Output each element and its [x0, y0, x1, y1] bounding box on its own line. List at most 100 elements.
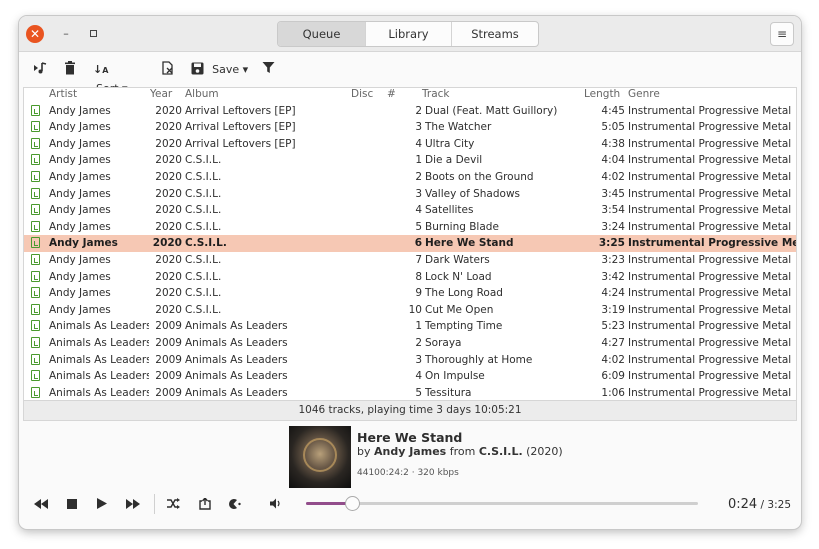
table-row[interactable]: Andy James 2020 C.S.I.L. 4 Satellites 3:54 Ins… [24, 202, 796, 219]
column-genre[interactable]: Genre [628, 88, 660, 100]
cell-track: The Watcher [425, 121, 492, 134]
cell-track: Satellites [425, 204, 474, 217]
add-to-queue-icon [34, 62, 47, 74]
clear-button[interactable] [161, 61, 175, 79]
next-button[interactable] [125, 498, 141, 512]
cell-album: C.S.I.L. [185, 170, 222, 183]
table-row[interactable]: Andy James 2020 C.S.I.L. 3 Valley of Shadows… [24, 186, 796, 203]
cell-year: 2020 [155, 187, 182, 200]
previous-icon [34, 499, 48, 509]
tab-library[interactable]: Library [366, 22, 452, 46]
cell-track: Tempting Time [425, 320, 503, 333]
repeat-button[interactable] [198, 496, 212, 512]
now-playing-format: 44100:24:2 · 320 kbps [357, 468, 459, 478]
audio-file-icon [31, 219, 41, 236]
cell-artist: Andy James [49, 253, 111, 266]
column-artist[interactable]: Artist [49, 88, 77, 100]
audio-file-icon [31, 152, 41, 169]
minimize-button[interactable]: – [57, 25, 75, 43]
view-switcher: Queue Library Streams [277, 21, 539, 47]
table-row[interactable]: Andy James 2020 Arrival Leftovers [EP] 2 Dua… [24, 103, 796, 120]
consume-button[interactable] [227, 498, 241, 512]
tab-queue[interactable]: Queue [278, 22, 366, 46]
seek-handle[interactable] [344, 496, 360, 511]
cell-length: 4:04 [601, 154, 625, 167]
seek-bar[interactable] [306, 496, 698, 511]
cell-track: Dark Waters [425, 253, 490, 266]
stop-button[interactable] [65, 498, 79, 512]
cell-artist: Animals As Leaders [49, 336, 149, 349]
audio-file-icon [31, 169, 41, 186]
now-playing-artist: Andy James [374, 445, 447, 458]
table-row[interactable]: Andy James 2020 C.S.I.L. 7 Dark Waters 3:23 In… [24, 252, 796, 269]
now-playing-title: Here We Stand [357, 430, 463, 445]
audio-file-icon [31, 385, 41, 400]
sort-icon: ↓A [93, 63, 109, 76]
total-time: 3:25 [767, 499, 792, 511]
save-button[interactable]: Save ▾ [191, 61, 248, 79]
audio-file-icon [31, 269, 41, 286]
volume-icon [270, 498, 280, 509]
cell-year: 2020 [155, 204, 182, 217]
table-row[interactable]: Andy James 2020 Arrival Leftovers [EP] 4 Ult… [24, 136, 796, 153]
cell-genre: Instrumental Progressive Metal [628, 220, 792, 233]
cell-genre: Instrumental Progressive Metal [628, 170, 792, 183]
filter-button[interactable] [262, 61, 275, 79]
table-row[interactable]: Andy James 2020 Arrival Leftovers [EP] 3 The… [24, 119, 796, 136]
table-row[interactable]: Andy James 2020 C.S.I.L. 1 Die a Devil 4:04 In… [24, 152, 796, 169]
cell-track-number: 3 [415, 121, 422, 134]
sort-button[interactable]: ↓A Sort ▾ [93, 61, 128, 95]
cell-track-number: 8 [415, 270, 422, 283]
cell-artist: Andy James [49, 270, 111, 283]
column-disc[interactable]: Disc [351, 88, 373, 100]
previous-button[interactable] [33, 498, 49, 512]
cell-album: C.S.I.L. [185, 187, 222, 200]
cell-genre: Instrumental Progressive Metal [628, 320, 792, 333]
table-row[interactable]: Andy James 2020 C.S.I.L. 2 Boots on the Grou… [24, 169, 796, 186]
close-button[interactable]: ✕ [26, 25, 44, 43]
table-row[interactable]: Animals As Leaders 2009 Animals As Leaders… [24, 368, 796, 385]
column-length[interactable]: Length [584, 88, 620, 100]
table-row[interactable]: Animals As Leaders 2009 Animals As Leaders… [24, 352, 796, 369]
cell-artist: Andy James [49, 237, 118, 250]
play-button[interactable] [95, 498, 109, 512]
column-album[interactable]: Album [185, 88, 219, 100]
cell-year: 2009 [155, 353, 182, 366]
cell-artist: Andy James [49, 287, 111, 300]
table-row[interactable]: Andy James 2020 C.S.I.L. 9 The Long Road 4:24… [24, 285, 796, 302]
clear-icon [162, 61, 173, 75]
cell-track: Ultra City [425, 137, 475, 150]
shuffle-button[interactable] [166, 498, 180, 512]
trash-icon [65, 61, 75, 75]
consume-icon [228, 499, 241, 509]
cell-track: Burning Blade [425, 220, 499, 233]
table-row[interactable]: Animals As Leaders 2009 Animals As Leaders… [24, 385, 796, 400]
cell-artist: Animals As Leaders [49, 370, 149, 383]
column-track[interactable]: Track [422, 88, 449, 100]
audio-file-icon [31, 136, 41, 153]
cell-artist: Andy James [49, 104, 111, 117]
cell-year: 2009 [155, 386, 182, 399]
table-row[interactable]: Andy James 2020 C.S.I.L. 10 Cut Me Open 3:19 I… [24, 302, 796, 319]
cell-year: 2020 [155, 253, 182, 266]
volume-button[interactable] [269, 498, 283, 512]
column-number[interactable]: # [387, 88, 396, 100]
cell-track-number: 4 [415, 204, 422, 217]
table-row[interactable]: Animals As Leaders 2009 Animals As Leaders… [24, 318, 796, 335]
table-row[interactable]: Animals As Leaders 2009 Animals As Leaders… [24, 335, 796, 352]
tab-streams[interactable]: Streams [452, 22, 538, 46]
table-row-playing[interactable]: Andy James 2020 C.S.I.L. 6 Here We Stand 3:25… [24, 235, 796, 252]
table-row[interactable]: Andy James 2020 C.S.I.L. 5 Burning Blade 3:24… [24, 219, 796, 236]
cell-length: 3:25 [598, 237, 625, 250]
cell-album: C.S.I.L. [185, 237, 227, 250]
maximize-button[interactable] [85, 25, 103, 43]
add-to-queue-button[interactable] [33, 61, 47, 79]
table-row[interactable]: Andy James 2020 C.S.I.L. 8 Lock N' Load 3:42 I… [24, 269, 796, 286]
hamburger-menu-button[interactable]: ≡ [770, 22, 794, 46]
audio-file-icon [31, 318, 41, 335]
cell-length: 3:24 [601, 220, 625, 233]
cell-track-number: 10 [408, 303, 422, 316]
column-year[interactable]: Year [150, 88, 172, 100]
cell-album: C.S.I.L. [185, 204, 222, 217]
remove-button[interactable] [64, 61, 76, 79]
